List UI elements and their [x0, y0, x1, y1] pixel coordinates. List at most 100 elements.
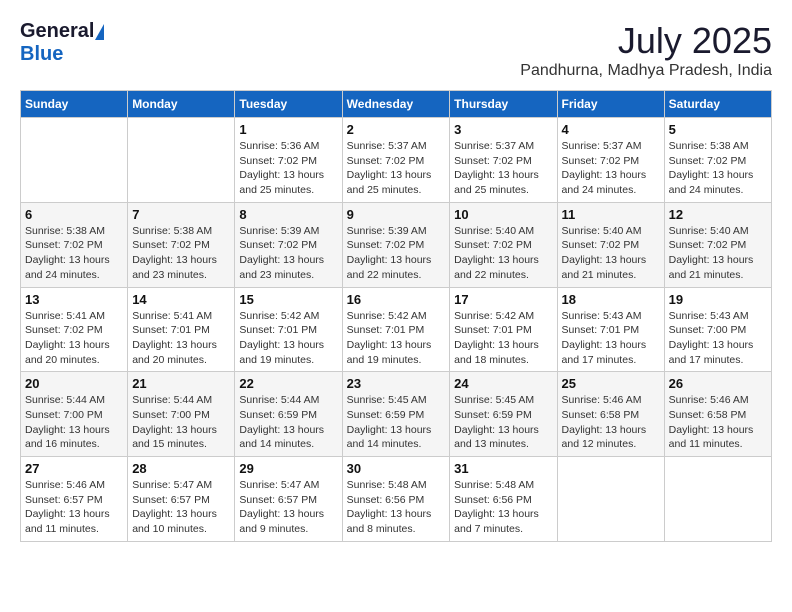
- day-number: 28: [132, 461, 230, 476]
- day-number: 24: [454, 376, 552, 391]
- calendar-cell: [557, 457, 664, 542]
- header: General Blue July 2025 Pandhurna, Madhya…: [20, 20, 772, 80]
- calendar-cell: 28 Sunrise: 5:47 AM Sunset: 6:57 PM Dayli…: [128, 457, 235, 542]
- calendar-cell: 31 Sunrise: 5:48 AM Sunset: 6:56 PM Dayli…: [450, 457, 557, 542]
- day-number: 5: [669, 122, 767, 137]
- day-number: 9: [347, 207, 446, 222]
- calendar-cell: 13 Sunrise: 5:41 AM Sunset: 7:02 PM Dayli…: [21, 287, 128, 372]
- day-info: Sunrise: 5:42 AM Sunset: 7:01 PM Dayligh…: [347, 309, 446, 368]
- day-number: 17: [454, 292, 552, 307]
- calendar-cell: 25 Sunrise: 5:46 AM Sunset: 6:58 PM Dayli…: [557, 372, 664, 457]
- day-number: 4: [562, 122, 660, 137]
- weekday-header-thursday: Thursday: [450, 91, 557, 118]
- calendar-cell: 7Sunrise: 5:38 AM Sunset: 7:02 PM Daylig…: [128, 202, 235, 287]
- calendar-cell: 8Sunrise: 5:39 AM Sunset: 7:02 PM Daylig…: [235, 202, 342, 287]
- calendar-cell: 17 Sunrise: 5:42 AM Sunset: 7:01 PM Dayli…: [450, 287, 557, 372]
- day-number: 25: [562, 376, 660, 391]
- calendar-cell: 10 Sunrise: 5:40 AM Sunset: 7:02 PM Dayli…: [450, 202, 557, 287]
- calendar-cell: 3Sunrise: 5:37 AM Sunset: 7:02 PM Daylig…: [450, 118, 557, 203]
- day-info: Sunrise: 5:41 AM Sunset: 7:02 PM Dayligh…: [25, 309, 123, 368]
- day-number: 6: [25, 207, 123, 222]
- day-number: 31: [454, 461, 552, 476]
- day-number: 13: [25, 292, 123, 307]
- weekday-header-tuesday: Tuesday: [235, 91, 342, 118]
- day-number: 1: [239, 122, 337, 137]
- weekday-header-friday: Friday: [557, 91, 664, 118]
- day-number: 19: [669, 292, 767, 307]
- weekday-header-wednesday: Wednesday: [342, 91, 450, 118]
- calendar-cell: 6 Sunrise: 5:38 AM Sunset: 7:02 PM Daylig…: [21, 202, 128, 287]
- logo: General Blue: [20, 20, 104, 66]
- day-info: Sunrise: 5:40 AM Sunset: 7:02 PM Dayligh…: [454, 224, 552, 283]
- day-info: Sunrise: 5:44 AM Sunset: 7:00 PM Dayligh…: [132, 393, 230, 452]
- day-info: Sunrise: 5:40 AM Sunset: 7:02 PM Dayligh…: [669, 224, 767, 283]
- calendar-cell: 22 Sunrise: 5:44 AM Sunset: 6:59 PM Dayli…: [235, 372, 342, 457]
- week-row-3: 13 Sunrise: 5:41 AM Sunset: 7:02 PM Dayli…: [21, 287, 772, 372]
- day-info: Sunrise: 5:47 AM Sunset: 6:57 PM Dayligh…: [132, 478, 230, 537]
- day-info: Sunrise: 5:44 AM Sunset: 7:00 PM Dayligh…: [25, 393, 123, 452]
- location-subtitle: Pandhurna, Madhya Pradesh, India: [520, 62, 772, 80]
- day-number: 2: [347, 122, 446, 137]
- day-info: Sunrise: 5:36 AM Sunset: 7:02 PM Dayligh…: [239, 139, 337, 198]
- day-number: 21: [132, 376, 230, 391]
- calendar-cell: 4Sunrise: 5:37 AM Sunset: 7:02 PM Daylig…: [557, 118, 664, 203]
- day-number: 11: [562, 207, 660, 222]
- day-number: 10: [454, 207, 552, 222]
- calendar-cell: 9 Sunrise: 5:39 AM Sunset: 7:02 PM Daylig…: [342, 202, 450, 287]
- day-info: Sunrise: 5:48 AM Sunset: 6:56 PM Dayligh…: [454, 478, 552, 537]
- day-info: Sunrise: 5:39 AM Sunset: 7:02 PM Dayligh…: [347, 224, 446, 283]
- day-info: Sunrise: 5:38 AM Sunset: 7:02 PM Dayligh…: [25, 224, 123, 283]
- day-number: 16: [347, 292, 446, 307]
- day-info: Sunrise: 5:43 AM Sunset: 7:00 PM Dayligh…: [669, 309, 767, 368]
- week-row-2: 6 Sunrise: 5:38 AM Sunset: 7:02 PM Daylig…: [21, 202, 772, 287]
- calendar-cell: 30Sunrise: 5:48 AM Sunset: 6:56 PM Dayli…: [342, 457, 450, 542]
- day-info: Sunrise: 5:39 AM Sunset: 7:02 PM Dayligh…: [239, 224, 337, 283]
- calendar-cell: 29 Sunrise: 5:47 AM Sunset: 6:57 PM Dayli…: [235, 457, 342, 542]
- calendar-cell: 26Sunrise: 5:46 AM Sunset: 6:58 PM Dayli…: [664, 372, 771, 457]
- day-number: 29: [239, 461, 337, 476]
- calendar-cell: 14 Sunrise: 5:41 AM Sunset: 7:01 PM Dayli…: [128, 287, 235, 372]
- logo-blue: Blue: [20, 43, 63, 66]
- day-info: Sunrise: 5:43 AM Sunset: 7:01 PM Dayligh…: [562, 309, 660, 368]
- day-info: Sunrise: 5:40 AM Sunset: 7:02 PM Dayligh…: [562, 224, 660, 283]
- calendar-cell: 15 Sunrise: 5:42 AM Sunset: 7:01 PM Dayli…: [235, 287, 342, 372]
- calendar-cell: 16 Sunrise: 5:42 AM Sunset: 7:01 PM Dayli…: [342, 287, 450, 372]
- calendar-cell: 27 Sunrise: 5:46 AM Sunset: 6:57 PM Dayli…: [21, 457, 128, 542]
- weekday-header-saturday: Saturday: [664, 91, 771, 118]
- day-info: Sunrise: 5:42 AM Sunset: 7:01 PM Dayligh…: [454, 309, 552, 368]
- month-year-title: July 2025: [520, 20, 772, 62]
- day-info: Sunrise: 5:46 AM Sunset: 6:58 PM Dayligh…: [562, 393, 660, 452]
- day-info: Sunrise: 5:38 AM Sunset: 7:02 PM Dayligh…: [132, 224, 230, 283]
- day-info: Sunrise: 5:44 AM Sunset: 6:59 PM Dayligh…: [239, 393, 337, 452]
- day-number: 27: [25, 461, 123, 476]
- week-row-1: 1 Sunrise: 5:36 AM Sunset: 7:02 PM Daylig…: [21, 118, 772, 203]
- calendar-cell: 24 Sunrise: 5:45 AM Sunset: 6:59 PM Dayli…: [450, 372, 557, 457]
- weekday-header-sunday: Sunday: [21, 91, 128, 118]
- day-info: Sunrise: 5:37 AM Sunset: 7:02 PM Dayligh…: [347, 139, 446, 198]
- logo-general: General: [20, 20, 94, 43]
- calendar-cell: [128, 118, 235, 203]
- calendar-cell: 19 Sunrise: 5:43 AM Sunset: 7:00 PM Dayli…: [664, 287, 771, 372]
- calendar-cell: 18 Sunrise: 5:43 AM Sunset: 7:01 PM Dayli…: [557, 287, 664, 372]
- title-section: July 2025 Pandhurna, Madhya Pradesh, Ind…: [520, 20, 772, 80]
- week-row-5: 27 Sunrise: 5:46 AM Sunset: 6:57 PM Dayli…: [21, 457, 772, 542]
- day-info: Sunrise: 5:41 AM Sunset: 7:01 PM Dayligh…: [132, 309, 230, 368]
- day-number: 3: [454, 122, 552, 137]
- calendar-cell: [664, 457, 771, 542]
- weekday-header-monday: Monday: [128, 91, 235, 118]
- day-number: 18: [562, 292, 660, 307]
- day-number: 22: [239, 376, 337, 391]
- day-info: Sunrise: 5:45 AM Sunset: 6:59 PM Dayligh…: [454, 393, 552, 452]
- calendar-table: SundayMondayTuesdayWednesdayThursdayFrid…: [20, 90, 772, 542]
- day-number: 15: [239, 292, 337, 307]
- calendar-cell: 2 Sunrise: 5:37 AM Sunset: 7:02 PM Daylig…: [342, 118, 450, 203]
- day-number: 14: [132, 292, 230, 307]
- weekday-header-row: SundayMondayTuesdayWednesdayThursdayFrid…: [21, 91, 772, 118]
- calendar-cell: 1 Sunrise: 5:36 AM Sunset: 7:02 PM Daylig…: [235, 118, 342, 203]
- calendar-cell: 23Sunrise: 5:45 AM Sunset: 6:59 PM Dayli…: [342, 372, 450, 457]
- week-row-4: 20Sunrise: 5:44 AM Sunset: 7:00 PM Dayli…: [21, 372, 772, 457]
- calendar-cell: 12Sunrise: 5:40 AM Sunset: 7:02 PM Dayli…: [664, 202, 771, 287]
- day-info: Sunrise: 5:47 AM Sunset: 6:57 PM Dayligh…: [239, 478, 337, 537]
- day-info: Sunrise: 5:42 AM Sunset: 7:01 PM Dayligh…: [239, 309, 337, 368]
- day-info: Sunrise: 5:46 AM Sunset: 6:57 PM Dayligh…: [25, 478, 123, 537]
